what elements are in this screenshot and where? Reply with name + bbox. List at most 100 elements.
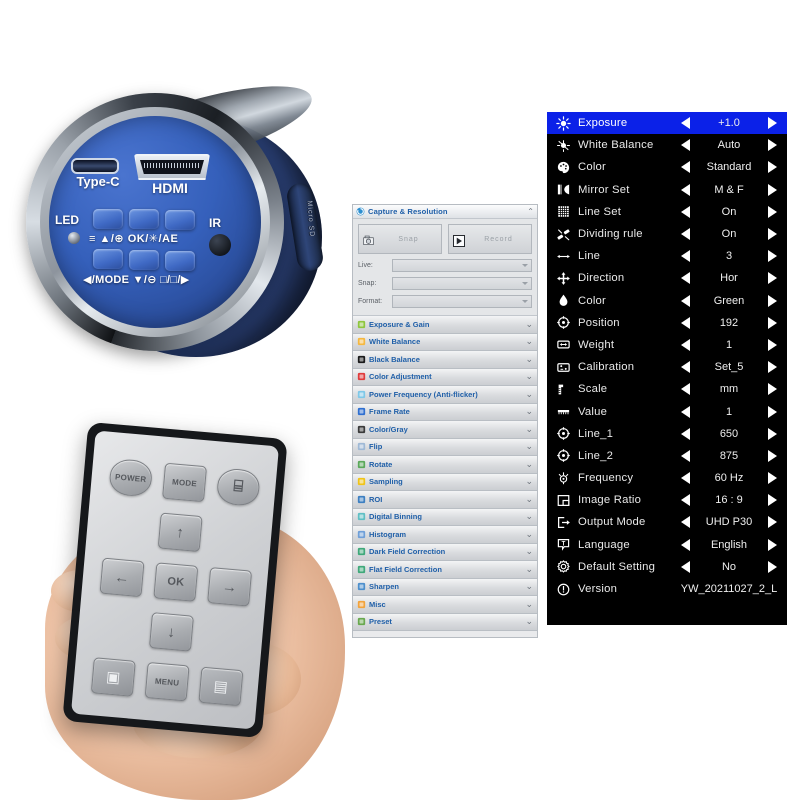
- chevron-down-icon[interactable]: ⌄: [525, 407, 533, 416]
- remote-mode-button[interactable]: MODE: [162, 462, 208, 503]
- increment-arrow-right-icon[interactable]: [766, 338, 779, 351]
- chevron-down-icon[interactable]: ⌄: [525, 372, 533, 381]
- decrement-arrow-left-icon[interactable]: [679, 361, 692, 374]
- record-button[interactable]: Record: [448, 224, 532, 254]
- increment-arrow-right-icon[interactable]: [766, 472, 779, 485]
- increment-arrow-right-icon[interactable]: [766, 427, 779, 440]
- osd-row-language[interactable]: T Language English: [547, 534, 787, 556]
- chevron-down-icon[interactable]: ⌄: [525, 494, 533, 504]
- decrement-arrow-left-icon[interactable]: [679, 427, 692, 440]
- increment-arrow-right-icon[interactable]: [766, 117, 779, 130]
- decrement-arrow-left-icon[interactable]: [679, 516, 692, 529]
- osd-row-value[interactable]: Value 1: [547, 400, 787, 422]
- camera-key-mode[interactable]: [93, 249, 123, 269]
- osd-row-position[interactable]: Position 192: [547, 312, 787, 334]
- remote-power-button[interactable]: POWER: [108, 457, 154, 498]
- section-row-roi[interactable]: ROI ⌄: [353, 491, 537, 509]
- chevron-down-icon[interactable]: ⌄: [525, 599, 533, 609]
- camera-key-capture[interactable]: [165, 251, 195, 271]
- remote-video-button[interactable]: ▤: [198, 666, 244, 707]
- section-row-flat-field-correction[interactable]: Flat Field Correction ⌄: [353, 561, 537, 579]
- decrement-arrow-left-icon[interactable]: [679, 538, 692, 551]
- decrement-arrow-left-icon[interactable]: [679, 472, 692, 485]
- decrement-arrow-left-icon[interactable]: [679, 338, 692, 351]
- remote-ok-button[interactable]: OK: [153, 562, 199, 602]
- chevron-down-icon[interactable]: ⌄: [525, 477, 533, 486]
- chevron-down-icon[interactable]: ⌄: [525, 564, 533, 574]
- remote-photo-button[interactable]: ▣: [90, 657, 136, 697]
- osd-row-line-2[interactable]: Line_2 875: [547, 445, 787, 467]
- increment-arrow-right-icon[interactable]: [766, 516, 779, 529]
- osd-row-color[interactable]: Color Green: [547, 290, 787, 312]
- osd-row-dividing-rule[interactable]: Dividing rule On: [547, 223, 787, 245]
- chevron-down-icon[interactable]: ⌄: [525, 529, 533, 539]
- remote-left-button[interactable]: ←: [99, 557, 145, 598]
- osd-row-calibration[interactable]: Calibration Set_5: [547, 356, 787, 378]
- chevron-down-icon[interactable]: ⌄: [525, 442, 533, 451]
- increment-arrow-right-icon[interactable]: [766, 250, 779, 263]
- chevron-down-icon[interactable]: ⌄: [525, 319, 533, 329]
- remote-menu-button[interactable]: MENU: [144, 661, 190, 702]
- increment-arrow-right-icon[interactable]: [766, 538, 779, 551]
- increment-arrow-right-icon[interactable]: [766, 383, 779, 396]
- section-row-color-adjustment[interactable]: Color Adjustment ⌄: [353, 368, 537, 386]
- section-row-color-gray[interactable]: Color/Gray ⌄: [353, 421, 537, 439]
- osd-row-scale[interactable]: Scale mm: [547, 378, 787, 400]
- increment-arrow-right-icon[interactable]: [766, 183, 779, 196]
- increment-arrow-right-icon[interactable]: [766, 361, 779, 374]
- increment-arrow-right-icon[interactable]: [766, 161, 779, 174]
- osd-row-color[interactable]: Color Standard: [547, 156, 787, 178]
- capture-resolution-section-header[interactable]: Capture & Resolution ⌃: [353, 205, 537, 219]
- section-row-sharpen[interactable]: Sharpen ⌄: [353, 578, 537, 596]
- section-row-exposure-gain[interactable]: Exposure & Gain ⌄: [353, 316, 537, 334]
- increment-arrow-right-icon[interactable]: [766, 449, 779, 462]
- osd-row-direction[interactable]: Direction Hor: [547, 267, 787, 289]
- section-row-power-frequency-anti-flicker[interactable]: Power Frequency (Anti-flicker) ⌄: [353, 386, 537, 404]
- decrement-arrow-left-icon[interactable]: [679, 494, 692, 507]
- chevron-down-icon[interactable]: ⌄: [525, 354, 533, 364]
- section-row-rotate[interactable]: Rotate ⌄: [353, 456, 537, 474]
- section-row-sampling[interactable]: Sampling ⌄: [353, 473, 537, 491]
- camera-key-up[interactable]: [129, 209, 159, 229]
- osd-row-output-mode[interactable]: Output Mode UHD P30: [547, 511, 787, 533]
- decrement-arrow-left-icon[interactable]: [679, 560, 692, 573]
- decrement-arrow-left-icon[interactable]: [679, 449, 692, 462]
- chevron-down-icon[interactable]: ⌄: [525, 512, 533, 521]
- snap-resolution-select[interactable]: [392, 277, 532, 290]
- osd-row-mirror-set[interactable]: Mirror Set M & F: [547, 179, 787, 201]
- decrement-arrow-left-icon[interactable]: [679, 250, 692, 263]
- section-row-preset[interactable]: Preset ⌄: [353, 613, 537, 631]
- remote-right-button[interactable]: →: [207, 567, 253, 607]
- increment-arrow-right-icon[interactable]: [766, 228, 779, 241]
- chevron-up-icon[interactable]: ⌃: [527, 207, 534, 216]
- increment-arrow-right-icon[interactable]: [766, 560, 779, 573]
- section-row-digital-binning[interactable]: Digital Binning ⌄: [353, 508, 537, 526]
- increment-arrow-right-icon[interactable]: [766, 494, 779, 507]
- format-select[interactable]: [392, 295, 532, 308]
- decrement-arrow-left-icon[interactable]: [679, 117, 692, 130]
- section-row-histogram[interactable]: Histogram ⌄: [353, 526, 537, 544]
- section-row-dark-field-correction[interactable]: Dark Field Correction ⌄: [353, 543, 537, 561]
- osd-row-line-set[interactable]: Line Set On: [547, 201, 787, 223]
- decrement-arrow-left-icon[interactable]: [679, 228, 692, 241]
- chevron-down-icon[interactable]: ⌄: [525, 617, 533, 626]
- snap-button[interactable]: Snap: [358, 224, 442, 254]
- decrement-arrow-left-icon[interactable]: [679, 161, 692, 174]
- increment-arrow-right-icon[interactable]: [766, 405, 779, 418]
- camera-key-down[interactable]: [129, 250, 159, 270]
- osd-row-weight[interactable]: Weight 1: [547, 334, 787, 356]
- osd-row-exposure[interactable]: Exposure +1.0: [547, 112, 787, 135]
- increment-arrow-right-icon[interactable]: [766, 205, 779, 218]
- decrement-arrow-left-icon[interactable]: [679, 316, 692, 329]
- osd-row-frequency[interactable]: Frequency 60 Hz: [547, 467, 787, 489]
- remote-grid-button[interactable]: ⌸: [215, 467, 261, 507]
- osd-row-white-balance[interactable]: White Balance Auto: [547, 134, 787, 156]
- osd-row-version[interactable]: Version YW_20211027_2_L: [547, 578, 787, 600]
- osd-row-line[interactable]: Line 3: [547, 245, 787, 267]
- chevron-down-icon[interactable]: ⌄: [525, 547, 533, 556]
- live-resolution-select[interactable]: [392, 259, 532, 272]
- section-row-white-balance[interactable]: White Balance ⌄: [353, 333, 537, 351]
- osd-row-image-ratio[interactable]: Image Ratio 16 : 9: [547, 489, 787, 511]
- remote-up-button[interactable]: ↑: [157, 512, 203, 553]
- chevron-down-icon[interactable]: ⌄: [525, 424, 533, 434]
